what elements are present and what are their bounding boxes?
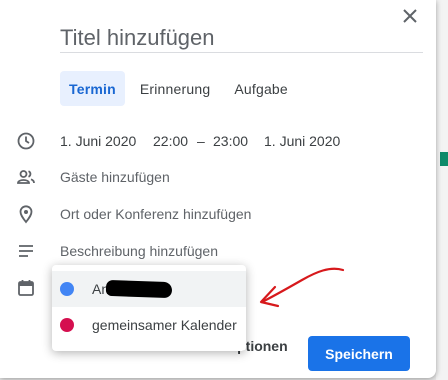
calendar-icon [16,278,36,298]
description-lines-icon [16,241,36,261]
calendar-option-label: gemeinsamer Kalender [92,317,237,333]
background-window-strip [436,0,448,380]
start-date[interactable]: 1. Juni 2020 [60,133,136,149]
tab-termin[interactable]: Termin [60,71,125,106]
redaction-scribble [105,279,173,299]
datetime-row: 1. Juni 2020 22:00 – 23:00 1. Juni 2020 [0,129,436,153]
close-icon [403,9,417,23]
location-pin-icon [16,204,36,224]
tab-aufgabe[interactable]: Aufgabe [225,71,297,106]
clock-icon [16,131,36,151]
location-row[interactable]: Ort oder Konferenz hinzufügen [0,202,436,226]
location-label: Ort oder Konferenz hinzufügen [60,206,252,222]
people-icon [16,167,36,187]
calendar-color-dot [60,282,74,296]
calendar-dropdown: An gemeinsamer Kalender [52,265,246,351]
calendar-color-dot [60,318,74,332]
guests-label: Gäste hinzufügen [60,169,170,185]
end-time[interactable]: 23:00 [213,133,248,149]
background-green-tab [440,152,448,166]
description-label: Beschreibung hinzufügen [60,243,219,259]
guests-row[interactable]: Gäste hinzufügen [0,165,436,189]
time-separator: – [197,133,205,149]
save-button[interactable]: Speichern [308,336,410,371]
description-row[interactable]: Beschreibung hinzufügen [0,239,436,263]
event-type-tabs: Termin Erinnerung Aufgabe [60,71,297,106]
start-time[interactable]: 22:00 [153,133,188,149]
calendar-option-shared[interactable]: gemeinsamer Kalender [52,307,246,343]
title-input[interactable] [60,24,423,53]
end-date[interactable]: 1. Juni 2020 [264,133,340,149]
tab-erinnerung[interactable]: Erinnerung [131,71,220,106]
